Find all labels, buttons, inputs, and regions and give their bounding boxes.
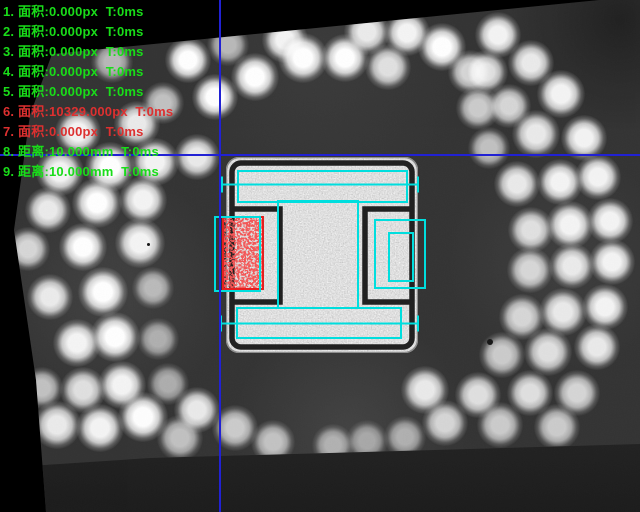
measurement-line: 4. 面积:0.000px T:0ms <box>3 62 173 82</box>
measurement-line: 7. 面积:0.000px T:0ms <box>3 122 173 142</box>
crosshair-vertical-line[interactable] <box>219 0 221 512</box>
measurement-line: 2. 面积:0.000px T:0ms <box>3 22 173 42</box>
measurement-line: 1. 面积:0.000px T:0ms <box>3 2 173 22</box>
measurement-line: 3. 面积:0.000px T:0ms <box>3 42 173 62</box>
measurement-line: 5. 面积:0.000px T:0ms <box>3 82 173 102</box>
top-area-roi[interactable] <box>238 171 407 202</box>
top-distance-caliper[interactable] <box>222 177 418 193</box>
measurement-line: 8. 距离:10.000mm T:0ms <box>3 142 173 162</box>
measurement-readout: 1. 面积:0.000px T:0ms2. 面积:0.000px T:0ms3.… <box>3 2 173 182</box>
measurement-line: 6. 面积:10329.000px T:0ms <box>3 102 173 122</box>
center-area-roi[interactable] <box>278 201 358 308</box>
right-outer-roi[interactable] <box>375 220 425 288</box>
left-blob-roi[interactable] <box>215 217 260 291</box>
bottom-distance-caliper[interactable] <box>221 316 418 332</box>
right-inner-roi[interactable] <box>389 233 413 281</box>
measurement-line: 9. 距离:10.000mm T:0ms <box>3 162 173 182</box>
vision-app-frame: 1. 面积:0.000px T:0ms2. 面积:0.000px T:0ms3.… <box>0 0 640 512</box>
